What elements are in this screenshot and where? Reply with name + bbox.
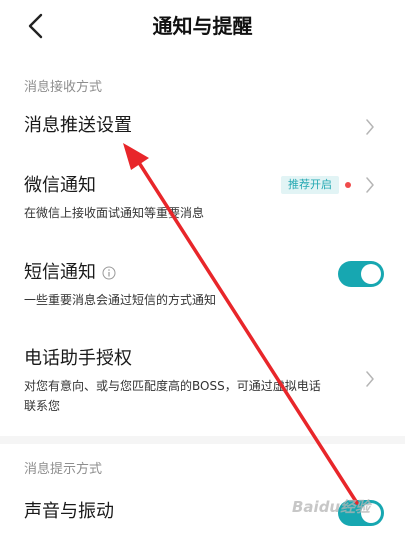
recommend-badge: 推荐开启: [281, 176, 339, 194]
section-label-prompt: 消息提示方式: [24, 462, 103, 477]
sms-notification-subtitle: 一些重要消息会通过短信的方式通知: [24, 293, 217, 307]
chevron-right-icon: [366, 177, 374, 193]
red-dot-indicator: [345, 182, 351, 188]
phone-assistant-title: 电话助手授权: [24, 348, 132, 369]
wechat-notification-title: 微信通知: [24, 175, 96, 196]
push-settings-title: 消息推送设置: [24, 115, 132, 136]
sound-vibration-title: 声音与振动: [24, 501, 114, 522]
phone-assistant-subtitle-line2: 联系您: [24, 399, 61, 413]
chevron-right-icon: [366, 119, 374, 135]
phone-assistant-subtitle-line1: 对您有意向、或与您匹配度高的BOSS，可通过虚拟电话: [24, 379, 321, 393]
header-bar: 通知与提醒: [0, 0, 405, 52]
section-divider: [0, 436, 405, 444]
section-label-receive: 消息接收方式: [24, 80, 103, 95]
info-icon[interactable]: [102, 266, 116, 280]
watermark-logo: Baidu经验: [292, 498, 371, 516]
wechat-notification-subtitle: 在微信上接收面试通知等重要消息: [24, 206, 205, 220]
toggle-knob: [361, 264, 381, 284]
page-title: 通知与提醒: [152, 14, 253, 38]
chevron-right-icon: [366, 371, 374, 387]
sms-toggle[interactable]: [338, 261, 384, 287]
sms-notification-title: 短信通知: [24, 262, 96, 283]
